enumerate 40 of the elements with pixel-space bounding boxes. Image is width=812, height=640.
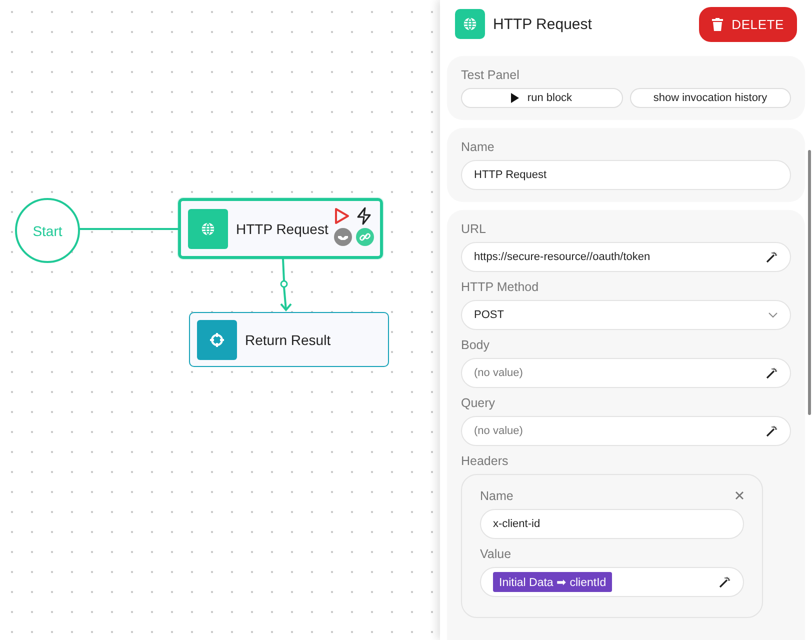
delete-button[interactable]: DELETE (698, 6, 797, 42)
crosshair-icon (209, 332, 225, 348)
field-label: Name (461, 140, 496, 154)
history-button[interactable]: show invocation history (630, 88, 791, 108)
method-select[interactable]: POST (461, 300, 791, 330)
magic-wand-icon[interactable] (766, 251, 778, 263)
run-block-button[interactable]: run block (461, 88, 622, 108)
magic-wand-icon[interactable] (766, 425, 778, 437)
header-value-field[interactable]: Initial Data ➡ clientId (480, 567, 744, 597)
magic-wand-icon[interactable] (766, 367, 778, 379)
section-label: Test Panel (461, 68, 520, 82)
field-label: URL (461, 222, 488, 236)
connector-arrow (280, 258, 292, 312)
header-name-field[interactable]: x-client-id (480, 509, 744, 539)
input-field[interactable]: (no value) (461, 416, 791, 446)
field-label: Headers (461, 454, 510, 468)
name-field[interactable]: HTTP Request (461, 160, 791, 190)
scrollbar[interactable] (808, 150, 811, 415)
magic-wand-icon[interactable] (719, 576, 731, 588)
field-label: Query (461, 396, 496, 410)
field-label: Name (480, 489, 514, 503)
field-label: HTTP Method (461, 280, 540, 294)
input-field[interactable]: https://secure-resource//oauth/token (461, 242, 791, 272)
variable-tag: Initial Data ➡ clientId (493, 572, 612, 592)
panel-title: HTTP Request (493, 16, 593, 32)
field-label: Value (480, 547, 512, 561)
trash-icon (712, 18, 723, 30)
input-field[interactable]: (no value) (461, 358, 791, 388)
field-label: Body (461, 338, 490, 352)
flow-node[interactable]: HTTP Request (178, 198, 383, 259)
globe-icon (463, 17, 477, 31)
play-icon (511, 93, 520, 103)
node-label: HTTP Request (236, 220, 328, 236)
node-label: Return Result (245, 332, 331, 348)
close-icon[interactable] (735, 490, 744, 500)
flow-node[interactable]: Return Result (189, 312, 389, 367)
lightning-icon[interactable] (356, 207, 372, 225)
globe-icon (201, 222, 215, 236)
play-icon[interactable] (334, 207, 350, 225)
chevron-down-icon (768, 312, 778, 318)
